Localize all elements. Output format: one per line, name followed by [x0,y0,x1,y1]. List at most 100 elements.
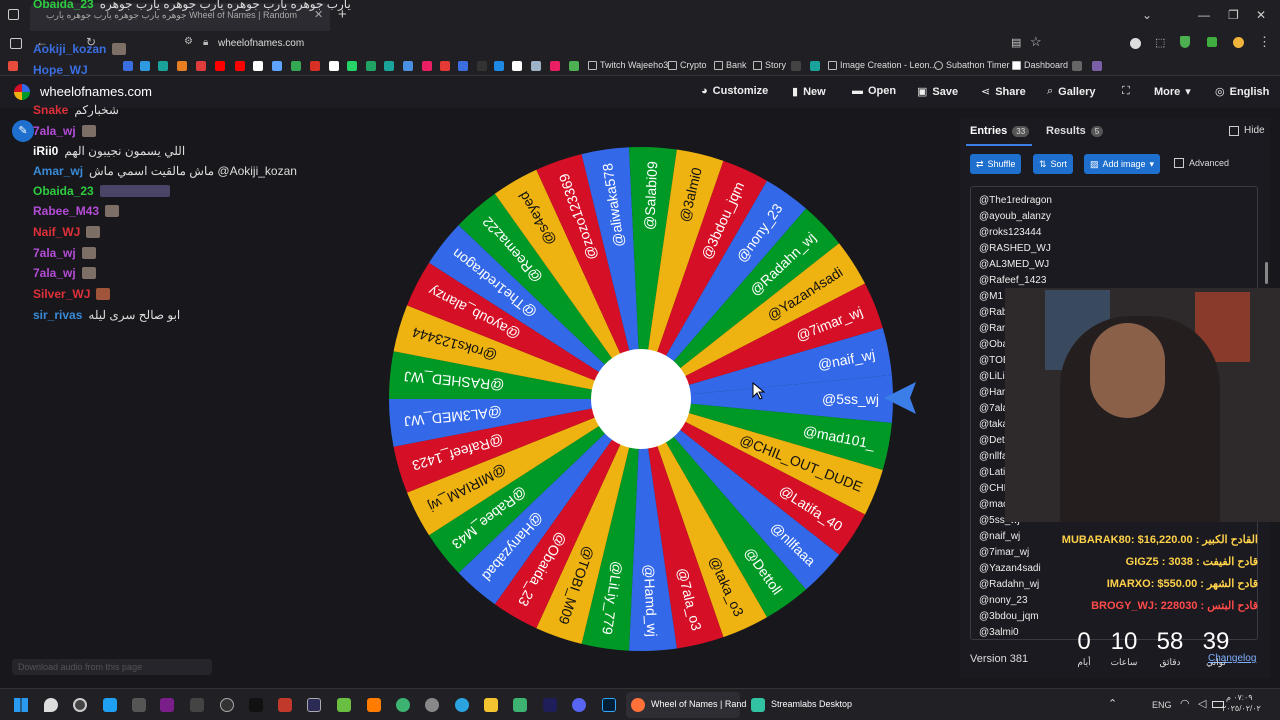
save-button[interactable]: ▣ Save [917,85,958,99]
scrollbar[interactable] [1265,262,1268,284]
volume-icon[interactable]: ◁ [1198,697,1206,710]
bookmark-icon[interactable] [272,61,282,71]
bookmark-icon[interactable] [196,61,206,71]
entry-line[interactable]: @7imar_wj [979,547,1029,558]
entry-line[interactable]: @7ala [979,403,1008,414]
bookmark-icon[interactable] [477,61,487,71]
illustrator-icon[interactable] [367,698,381,712]
edit-icon[interactable]: ✎ [12,120,34,142]
bookmark-icon[interactable] [1072,61,1082,71]
discord-icon[interactable] [572,698,586,712]
site-info-icon[interactable]: ⚙ [184,36,193,47]
url-field[interactable]: wheelofnames.com [218,38,304,49]
bookmark-icon[interactable] [531,61,541,71]
bookmark-icon[interactable] [810,61,820,71]
file-explorer-icon[interactable] [484,698,498,712]
extension-icon[interactable] [1130,38,1141,49]
entry-line[interactable]: @roks123444 [979,227,1041,238]
obs-icon[interactable] [73,698,87,712]
app-icon[interactable] [103,698,117,712]
advanced-checkbox[interactable]: Advanced [1174,158,1229,168]
entry-line[interactable]: @taka [979,419,1008,430]
premiere-icon[interactable] [543,698,557,712]
download-audio-hint[interactable]: Download audio from this page [12,659,212,675]
bookmark-dashboard[interactable]: Dashboard [1012,60,1068,70]
bookmark-twitch[interactable]: Twitch Wajeeho3 [588,60,668,70]
menu-icon[interactable]: ⋮ [1258,34,1271,50]
tab-dropdown-icon[interactable]: ⌄ [1142,8,1152,22]
bookmark-icon[interactable] [384,61,394,71]
tab-results[interactable]: Results 5 [1046,125,1104,137]
add-image-button[interactable]: ▨ Add image ▾ [1084,154,1161,174]
tray-chevron-icon[interactable]: ⌃ [1108,697,1117,710]
bookmark-icon[interactable] [422,61,432,71]
bookmark-icon[interactable] [291,61,301,71]
entry-line[interactable]: @3almi0 [979,627,1019,638]
sidebar-toggle-icon[interactable] [10,38,22,49]
entry-line[interactable]: @AL3MED_WJ [979,259,1049,270]
entry-line[interactable]: @Radahn_wj [979,579,1039,590]
share-button[interactable]: ⋖ Share [981,85,1026,99]
entry-line[interactable]: @naif_wj [979,531,1020,542]
gallery-button[interactable]: ⌕ Gallery [1047,85,1095,98]
app-icon[interactable] [425,698,439,712]
extension-icon[interactable] [1207,37,1217,47]
clock-date[interactable]: ٢٠٢٥/٠٢/٠٢ [1222,704,1261,713]
bookmark-icon[interactable] [347,61,357,71]
entry-line[interactable]: @mac [979,499,1008,510]
shuffle-button[interactable]: ⇄ Shuffle [970,154,1022,174]
entry-line[interactable]: @Ran [979,323,1008,334]
bookmark-story[interactable]: Story [753,60,786,70]
app-icon[interactable] [249,698,263,712]
entry-line[interactable]: @Rab [979,307,1008,318]
entry-line[interactable]: @nony_23 [979,595,1028,606]
bookmark-icon[interactable] [1092,61,1102,71]
bookmark-subathon-timer[interactable]: Subathon Timer [934,60,1010,70]
bookmark-icon[interactable] [253,61,263,71]
app-icon[interactable] [396,698,410,712]
sort-button[interactable]: ⇅ Sort [1033,154,1074,174]
bookmark-icon[interactable] [329,61,339,71]
wifi-icon[interactable]: ◠ [1180,697,1190,710]
open-button[interactable]: ▬ Open [852,85,896,97]
bookmark-icon[interactable] [569,61,579,71]
bookmark-icon[interactable] [310,61,320,71]
windows-start-icon[interactable] [14,698,28,712]
fullscreen-button[interactable]: ⛶ [1122,85,1130,98]
entry-line[interactable]: @Oba [979,339,1008,350]
new-button[interactable]: ▮ New [792,85,826,99]
bookmark-icon[interactable] [458,61,468,71]
bookmark-crypto[interactable]: Crypto [668,60,707,70]
bookmark-icon[interactable] [8,61,18,71]
bookmark-icon[interactable] [494,61,504,71]
entry-line[interactable]: @3bdou_jqm [979,611,1039,622]
bookmark-icon[interactable] [440,61,450,71]
bookmark-image-creation[interactable]: Image Creation - Leon... [828,60,937,70]
app-icon[interactable] [307,698,321,712]
bookmark-icon[interactable] [550,61,560,71]
hide-checkbox[interactable]: Hide [1229,125,1265,136]
bookmark-icon[interactable] [791,61,801,71]
app-icon[interactable] [220,698,234,712]
photoshop-icon[interactable] [602,698,616,712]
entry-line[interactable]: @CHI [979,483,1006,494]
more-button[interactable]: More ▾ [1154,85,1191,99]
shield-icon[interactable] [1180,36,1190,48]
bookmark-star-icon[interactable]: ☆ [1030,34,1042,50]
app-icon[interactable] [513,698,527,712]
language-indicator[interactable]: ENG [1152,700,1172,710]
customize-button[interactable]: ◕ Customize [701,85,768,97]
wheel-center[interactable] [591,349,691,449]
taskbar-streamlabs-title[interactable]: Streamlabs Desktop [771,699,852,709]
tab-list-icon[interactable] [8,9,19,20]
bookmark-icon[interactable] [140,61,150,71]
bookmark-icon[interactable] [177,61,187,71]
app-icon[interactable] [278,698,292,712]
entry-line[interactable]: @M1 [979,291,1003,302]
bookmark-icon[interactable] [512,61,522,71]
entry-line[interactable]: @nllfa [979,451,1008,462]
telegram-icon[interactable] [455,698,469,712]
bookmark-icon[interactable] [403,61,413,71]
app-icon[interactable] [160,698,174,712]
entry-line[interactable]: @Han [979,387,1008,398]
